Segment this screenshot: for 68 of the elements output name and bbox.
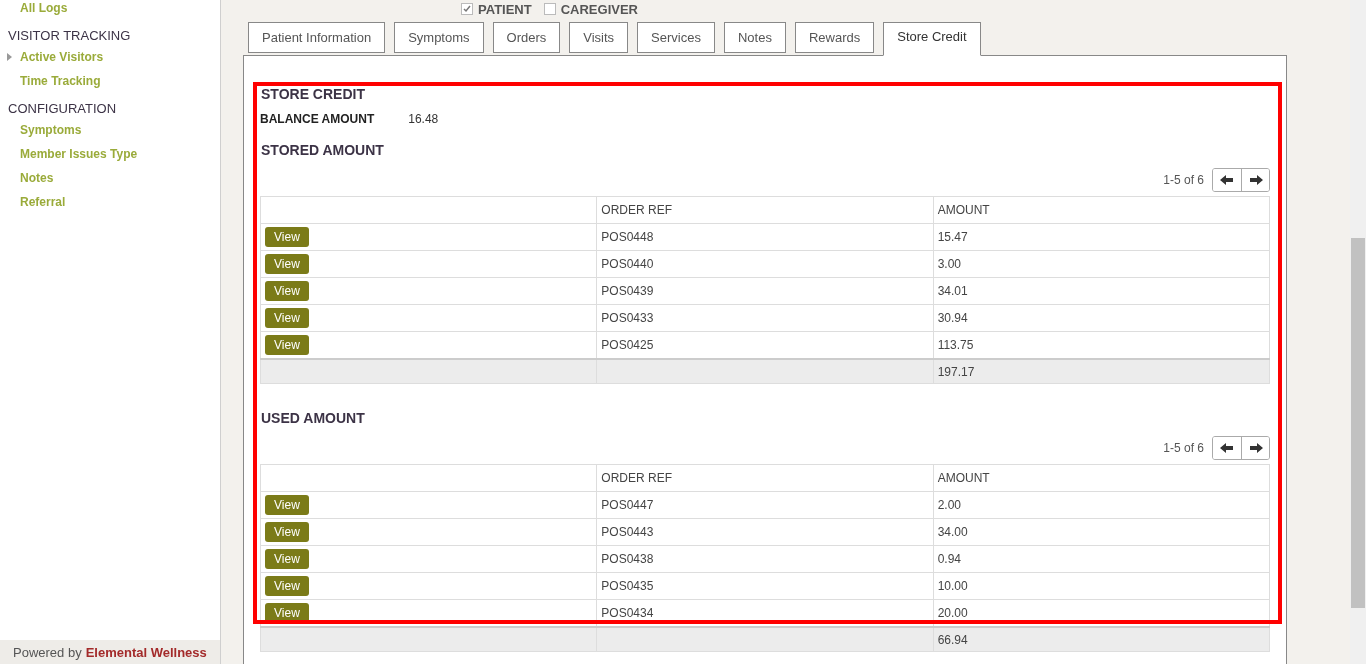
tab[interactable]: Store Credit	[883, 22, 981, 56]
sidebar-link[interactable]: All Logs	[0, 0, 68, 20]
next-page-button[interactable]	[1241, 169, 1269, 191]
footer-text: Powered by	[13, 644, 82, 660]
tab[interactable]: Symptoms	[394, 22, 484, 53]
column-header: ORDER REF	[596, 464, 934, 492]
checkbox-label: PATIENT	[478, 1, 532, 17]
checkbox[interactable]	[461, 3, 473, 15]
sidebar-link[interactable]: Time Tracking	[0, 69, 101, 93]
tab[interactable]: Services	[637, 22, 715, 53]
arrow-left-icon	[1220, 175, 1234, 185]
table-cell: 15.47	[933, 223, 1270, 251]
section-title: USED AMOUNT	[261, 410, 366, 426]
view-button[interactable]: View	[265, 576, 309, 596]
section-heading: CONFIGURATION	[7, 100, 117, 118]
arrow-right-icon	[1248, 443, 1263, 453]
sidebar-link[interactable]: Referral	[0, 190, 66, 214]
table-cell: POS0435	[596, 572, 934, 600]
total-cell: 66.94	[933, 627, 1270, 652]
table-cell: POS0447	[596, 491, 934, 519]
pager-text: 1-5 of 6	[1163, 441, 1204, 455]
view-button[interactable]: View	[265, 549, 309, 569]
table-cell: POS0443	[596, 518, 934, 546]
sidebar-link[interactable]: Notes	[0, 166, 54, 190]
table-cell: 34.01	[933, 277, 1270, 305]
table-cell: POS0438	[596, 545, 934, 573]
view-button[interactable]: View	[265, 495, 309, 515]
next-page-button[interactable]	[1241, 437, 1269, 459]
section-title: STORED AMOUNT	[261, 142, 385, 158]
column-header: ORDER REF	[596, 196, 934, 224]
column-header: AMOUNT	[933, 196, 1270, 224]
column-header: AMOUNT	[933, 464, 1270, 492]
section-heading: VISITOR TRACKING	[7, 27, 131, 45]
section-title: STORE CREDIT	[261, 86, 366, 102]
tab[interactable]: Visits	[569, 22, 629, 53]
balance-label: BALANCE AMOUNT	[260, 112, 375, 126]
view-button[interactable]: View	[265, 335, 309, 355]
total-cell: 197.17	[933, 359, 1270, 384]
arrow-right-icon	[1248, 175, 1263, 185]
table-cell: 2.00	[933, 491, 1270, 519]
checkbox-label: CAREGIVER	[560, 1, 638, 17]
table-cell: POS0439	[596, 277, 934, 305]
sidebar-link[interactable]: Active Visitors	[0, 45, 104, 69]
table-cell: POS0440	[596, 250, 934, 278]
view-button[interactable]: View	[265, 227, 309, 247]
arrow-left-icon	[1220, 443, 1234, 453]
table-cell: 10.00	[933, 572, 1270, 600]
view-button[interactable]: View	[265, 603, 309, 623]
tab[interactable]: Notes	[723, 22, 786, 53]
sidebar-link[interactable]: Symptoms	[0, 118, 82, 142]
pager-text: 1-5 of 6	[1163, 173, 1204, 187]
tab[interactable]: Orders	[492, 22, 561, 53]
table-cell: POS0448	[596, 223, 934, 251]
table-cell: 0.94	[933, 545, 1270, 573]
view-button[interactable]: View	[265, 254, 309, 274]
table-cell: 30.94	[933, 304, 1270, 332]
checkbox[interactable]	[543, 3, 556, 15]
view-button[interactable]: View	[265, 522, 309, 542]
tab[interactable]: Patient Information	[248, 22, 386, 53]
balance-value: 16.48	[408, 112, 439, 126]
view-button[interactable]: View	[265, 308, 309, 328]
view-button[interactable]: View	[265, 281, 309, 301]
tab[interactable]: Rewards	[794, 22, 875, 53]
sidebar-link[interactable]: Member Issues Type	[0, 142, 138, 166]
table-cell: 3.00	[933, 250, 1270, 278]
brand-link[interactable]: Elemental Wellness	[85, 644, 207, 660]
table-cell: 34.00	[933, 518, 1270, 546]
table-cell: POS0433	[596, 304, 934, 332]
